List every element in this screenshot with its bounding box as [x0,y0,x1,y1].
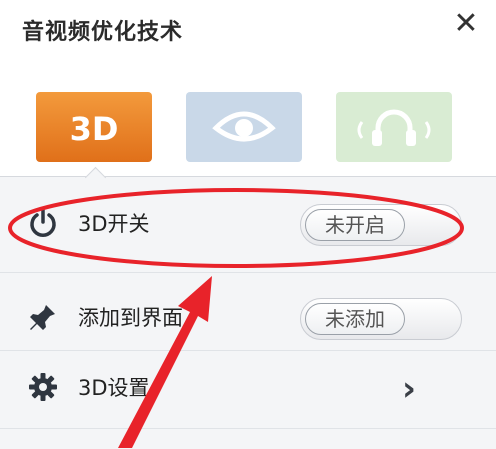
tab-audio[interactable] [336,92,452,162]
power-icon [30,208,56,237]
list-item-3d-settings[interactable]: 3D设置 › [0,350,496,430]
tab-3d[interactable]: 3D [36,92,152,162]
tab-eye[interactable] [186,92,302,162]
divider [0,428,496,429]
list-item-add-to-interface: 添加到界面 未添加 [0,280,496,360]
eye-icon [212,111,276,142]
3d-icon: 3D [70,110,119,148]
divider [0,272,496,273]
tab-3d-label: 3D [70,110,119,148]
gear-icon [29,373,57,401]
3d-switch-toggle[interactable]: 未开启 [300,204,462,246]
audio-video-optimization-panel: 音视频优化技术 ✕ 3D 3D开关 未开启 添加到界面 未添加 3D设置 › [0,0,496,449]
panel-header: 音视频优化技术 ✕ [0,0,496,72]
toggle-state: 未添加 [305,303,405,335]
headphones-icon [357,109,431,146]
close-button[interactable]: ✕ [448,6,484,42]
list-item-3d-switch: 3D开关 未开启 [0,186,496,266]
row-label-add-to-interface: 添加到界面 [78,306,183,330]
row-label-3d-settings: 3D设置 [78,376,150,400]
row-label-3d-switch: 3D开关 [78,212,150,236]
add-to-interface-toggle[interactable]: 未添加 [300,298,462,340]
chevron-right-icon[interactable]: › [402,372,436,406]
toggle-state: 未开启 [305,209,405,241]
pin-icon [30,305,55,330]
panel-title: 音视频优化技术 [22,20,184,45]
